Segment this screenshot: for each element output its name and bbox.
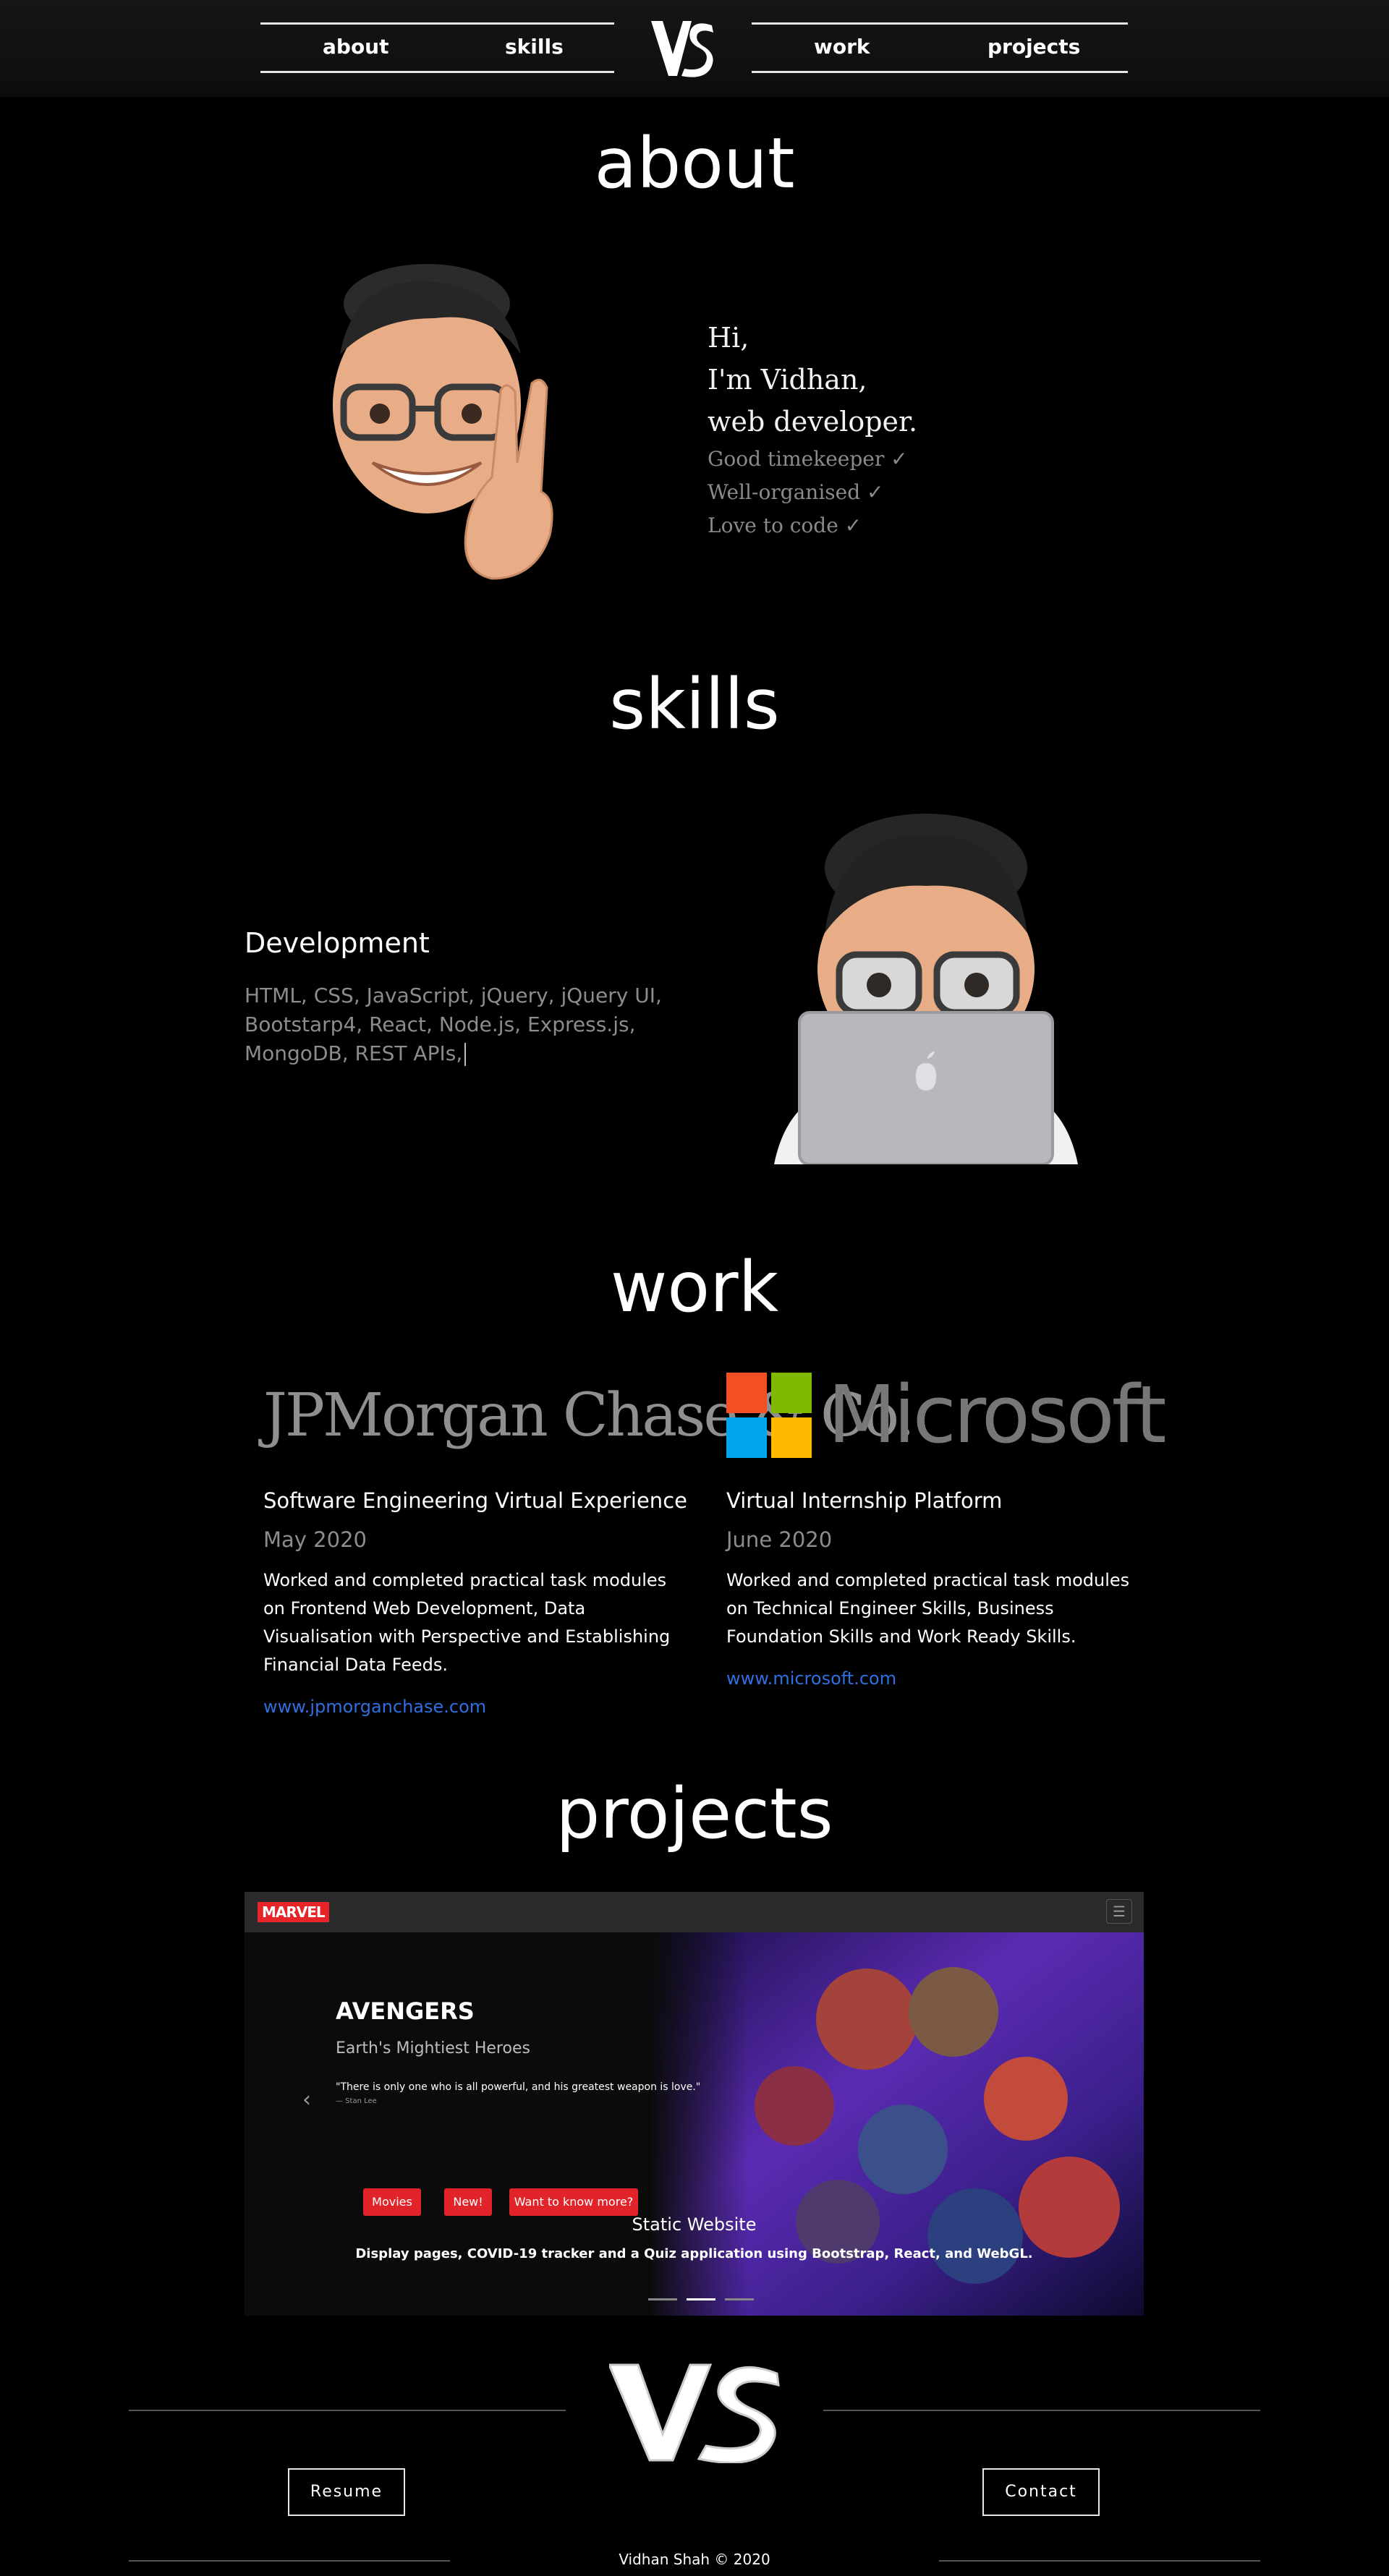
footer-divider: [823, 2410, 1260, 2411]
carousel-indicator[interactable]: [725, 2298, 755, 2300]
project-caption-description: Display pages, COVID-19 tracker and a Qu…: [355, 2246, 1033, 2261]
skills-title: skills: [609, 664, 780, 745]
work-card-title: Virtual Internship Platform: [726, 1488, 1003, 1513]
nav-left-group: about skills: [260, 22, 614, 73]
skills-heading: Development: [245, 927, 430, 959]
skills-list-text: HTML, CSS, JavaScript, jQuery, jQuery UI…: [245, 984, 662, 1065]
work-title: work: [610, 1247, 779, 1328]
carousel-indicators: [648, 2290, 760, 2303]
work-card-jpmorgan: JPMorgan Chase & Co. Software Engineerin…: [263, 1367, 915, 1717]
marvel-logo: MARVEL: [258, 1902, 329, 1922]
slide-heading: AVENGERS: [336, 1997, 475, 2025]
work-card-link[interactable]: www.microsoft.com: [726, 1668, 1153, 1689]
new-button[interactable]: New!: [444, 2188, 492, 2216]
top-navbar: about skills work projects: [0, 0, 1389, 97]
nav-link-work[interactable]: work: [814, 35, 870, 59]
memoji-peace-sign-image: [333, 264, 553, 580]
project-preview-navbar: MARVEL ☰: [245, 1892, 1144, 1932]
slide-quote: "There is only one who is all powerful, …: [336, 2081, 701, 2093]
work-card-link[interactable]: www.jpmorganchase.com: [263, 1697, 690, 1717]
carousel-prev-icon[interactable]: ‹: [302, 2087, 311, 2112]
work-card-date: May 2020: [263, 1527, 367, 1552]
intro-role: web developer.: [708, 406, 918, 438]
intro-text: Hi, I'm Vidhan, web developer. Good time…: [708, 317, 917, 542]
nav-link-projects[interactable]: projects: [987, 35, 1080, 59]
project-preview-carousel[interactable]: MARVEL ☰ ‹ AVENGERS Earth's Mightiest He…: [245, 1892, 1144, 2316]
intro-trait: Good timekeeper ✓: [708, 447, 908, 471]
memoji-laptop-image: [774, 814, 1078, 1164]
resume-button[interactable]: Resume: [288, 2468, 405, 2516]
copyright-text: Vidhan Shah © 2020: [619, 2551, 770, 2568]
hamburger-menu-icon[interactable]: ☰: [1106, 1899, 1132, 1924]
intro-trait: Love to code ✓: [708, 513, 862, 537]
projects-title: projects: [556, 1773, 833, 1854]
jpmorgan-logo: JPMorgan Chase & Co.: [263, 1381, 915, 1450]
intro-trait: Well-organised ✓: [708, 480, 884, 504]
work-card-date: June 2020: [726, 1527, 833, 1552]
about-title: about: [594, 123, 795, 204]
nav-link-about[interactable]: about: [323, 35, 389, 59]
slide-tagline: Earth's Mightiest Heroes: [336, 2039, 530, 2057]
intro-greeting: Hi,: [708, 322, 749, 354]
slide-quote-source: — Stan Lee: [336, 2097, 377, 2105]
carousel-indicator[interactable]: [648, 2298, 677, 2300]
work-card-description: Worked and completed practical task modu…: [726, 1570, 1130, 1647]
project-caption-title: Static Website: [632, 2214, 757, 2235]
skills-list: HTML, CSS, JavaScript, jQuery, jQuery UI…: [245, 981, 671, 1068]
typing-caret: [464, 1043, 467, 1066]
vs-logo-icon[interactable]: [650, 18, 715, 80]
movies-button[interactable]: Movies: [363, 2188, 421, 2216]
intro-name: I'm Vidhan,: [708, 364, 867, 396]
work-card-description: Worked and completed practical task modu…: [263, 1570, 671, 1675]
microsoft-logo-text: Microsoft: [828, 1368, 1167, 1461]
nav-right-group: work projects: [752, 22, 1128, 73]
carousel-indicator[interactable]: [687, 2298, 716, 2300]
footer-divider: [129, 2410, 566, 2411]
work-card-microsoft: Microsoft Virtual Internship Platform Ju…: [726, 1367, 1167, 1689]
contact-button[interactable]: Contact: [982, 2468, 1100, 2516]
nav-link-skills[interactable]: skills: [505, 35, 564, 59]
work-card-title: Software Engineering Virtual Experience: [263, 1488, 687, 1513]
want-to-know-more-button[interactable]: Want to know more?: [509, 2188, 638, 2216]
microsoft-windows-logo-icon: [726, 1373, 812, 1458]
footer-vs-logo-icon[interactable]: [609, 2362, 780, 2463]
